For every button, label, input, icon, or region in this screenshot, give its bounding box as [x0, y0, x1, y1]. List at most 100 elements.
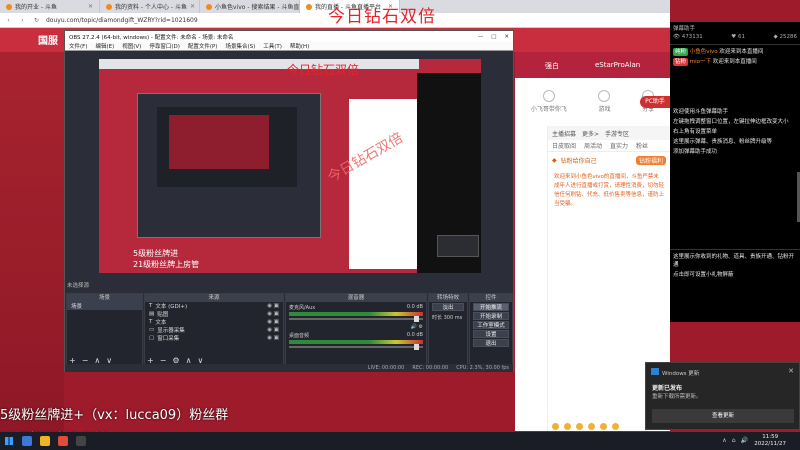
source-item[interactable]: ▢ 窗口采集 ◉ ▣	[145, 334, 283, 342]
tab-daily[interactable]: 日皮取阅	[552, 141, 576, 150]
menu-view[interactable]: 视图(V)	[122, 42, 141, 50]
danmu-title: 弹幕助手	[673, 26, 696, 32]
browser-tab[interactable]: 我的开业 - 斗鱼 ✕	[0, 0, 100, 13]
menu-tools[interactable]: 工具(T)	[263, 42, 282, 50]
menu-docks[interactable]: 停靠窗口(D)	[149, 42, 180, 50]
diamond-fans-button[interactable]: 钻粉福利	[635, 156, 666, 165]
emote-icon[interactable]	[576, 422, 583, 430]
volume-slider[interactable]	[289, 344, 423, 350]
scenes-dock: 场景 场景 + − ∧ ∨	[66, 293, 143, 368]
tab-weekly[interactable]: 周活动	[584, 141, 602, 150]
windows-update-toast: Windows 更新 ✕ 更新已发布 重新下载所需更新。 查看更新	[645, 362, 800, 430]
obs-icon[interactable]	[76, 436, 86, 446]
browser-tab[interactable]: 小鱼色vivo - 搜索结果 - 斗鱼直播✕	[200, 0, 300, 13]
obs-docks: 未选择源 场景 场景 + − ∧ ∨ 来源 T 文本 (GDI+) ◉ ▣ ▤ 贴图 ◉ ▣ …	[65, 281, 513, 372]
explorer-icon[interactable]	[40, 436, 50, 446]
start-recording-button[interactable]: 开始录制	[473, 312, 509, 320]
gift-line: 点击即可设置小礼物屏蔽	[673, 272, 734, 278]
toast-heading: 更新已发布	[652, 385, 683, 392]
chrome-icon[interactable]	[58, 436, 68, 446]
source-item[interactable]: ▤ 贴图 ◉ ▣	[145, 310, 283, 318]
slider-handle[interactable]	[414, 344, 419, 350]
mobile-zone-link[interactable]: 手游专区	[605, 129, 629, 138]
scene-item[interactable]: 场景	[67, 302, 142, 310]
user-name[interactable]: 小鱼色vivo	[690, 49, 718, 55]
chevron-up-icon[interactable]: ∧	[722, 437, 726, 444]
eye-icon[interactable]: ◉ ▣	[267, 319, 279, 325]
menu-scene-collection[interactable]: 场景集合(S)	[225, 42, 255, 50]
search-icon[interactable]	[22, 436, 32, 446]
emote-icon[interactable]	[564, 422, 571, 430]
forward-icon[interactable]: ›	[18, 17, 27, 24]
emote-icon[interactable]	[588, 422, 595, 430]
text-icon: T	[149, 303, 153, 309]
url-field[interactable]: douyu.com/topic/diamondgift_WZRY?rid=102…	[46, 17, 198, 24]
emote-icon[interactable]	[552, 422, 559, 430]
help-line: 欢迎使用斗鱼弹幕助手	[673, 109, 729, 115]
start-button[interactable]	[0, 432, 18, 450]
volume-slider[interactable]	[289, 316, 423, 322]
tab-strength[interactable]: 直实力	[610, 141, 628, 150]
eye-icon[interactable]: ◉ ▣	[267, 335, 279, 341]
recruit-link[interactable]: 主播招募	[552, 129, 576, 138]
slider-handle[interactable]	[414, 316, 419, 322]
gift-line: 这里展示你收到的礼物、道具、贵族开通、钻粉开通	[673, 254, 795, 268]
settings-button[interactable]: 设置	[473, 330, 509, 338]
user-name[interactable]: mio一下	[690, 59, 711, 65]
menu-help[interactable]: 帮助(H)	[290, 42, 309, 50]
menu-profile[interactable]: 配置文件(P)	[188, 42, 218, 50]
obs-preview[interactable]: 今日钻石双倍 今日钻石双倍 5级粉丝牌进 21级粉丝牌上房管	[99, 59, 481, 273]
room-action[interactable]: 小飞哥带你飞	[531, 90, 567, 113]
reload-icon[interactable]: ↻	[32, 17, 41, 24]
close-icon[interactable]: ✕	[504, 34, 509, 40]
eye-icon[interactable]: ◉ ▣	[267, 303, 279, 309]
menu-file[interactable]: 文件(F)	[69, 42, 87, 50]
menu-edit[interactable]: 编辑(E)	[95, 42, 114, 50]
exit-button[interactable]: 退出	[473, 339, 509, 347]
volume-meter	[289, 312, 423, 316]
clock[interactable]: 11:59 2022/11/27	[754, 434, 786, 448]
tab-fans[interactable]: 粉丝	[636, 141, 648, 150]
source-item[interactable]: T 文本 ◉ ▣	[145, 318, 283, 326]
emote-icon[interactable]	[600, 422, 607, 430]
banner-tab[interactable]: eStarProAlan	[595, 61, 640, 69]
source-item[interactable]: ▭ 显示器采集 ◉ ▣	[145, 326, 283, 334]
emote-icon[interactable]	[612, 422, 619, 430]
back-icon[interactable]: ‹	[4, 17, 13, 24]
douyu-banner	[515, 52, 670, 78]
transition-select[interactable]: 淡出	[432, 303, 464, 311]
pc-assistant-badge[interactable]: PC助手	[640, 96, 670, 108]
window-controls: — □ ✕	[478, 34, 509, 40]
banner-tab[interactable]: 强白	[545, 61, 559, 71]
minimize-icon[interactable]: —	[478, 34, 484, 40]
close-icon[interactable]: ✕	[788, 367, 794, 375]
danmu-stats: 👁 473131 ♥ 61 ◆ 25286	[670, 32, 800, 42]
speaker-icon[interactable]: 🔊 ⚙	[286, 322, 426, 330]
eye-icon[interactable]: ◉ ▣	[267, 327, 279, 333]
image-icon: ▤	[149, 311, 155, 317]
browser-tab[interactable]: 我的资料 - 个人中心 - 斗鱼 ✕	[100, 0, 200, 13]
sources-dock: 来源 T 文本 (GDI+) ◉ ▣ ▤ 贴图 ◉ ▣ T 文本 ◉ ▣ ▭ 显示器采集 ◉ ▣…	[144, 293, 284, 368]
source-item[interactable]: T 文本 (GDI+) ◉ ▣	[145, 302, 283, 310]
studio-mode-button[interactable]: 工作室模式	[473, 321, 509, 329]
network-icon[interactable]: ⌂	[732, 437, 736, 444]
room-action[interactable]: 游戏	[598, 90, 610, 113]
duration-field[interactable]: 300 ms	[444, 315, 463, 321]
text-icon: T	[149, 319, 153, 325]
transitions-dock: 转场特效 淡出 时长 300 ms	[428, 293, 468, 368]
preview-browser-chrome	[99, 59, 419, 69]
view-updates-button[interactable]: 查看更新	[652, 409, 794, 423]
dock-title: 来源	[145, 294, 283, 302]
divider	[670, 249, 800, 250]
chat-message: 纯粉 小鱼色vivo 欢迎来到本直播间	[673, 48, 764, 56]
maximize-icon[interactable]: □	[491, 34, 496, 40]
close-icon[interactable]: ✕	[190, 3, 195, 10]
more-link[interactable]: 更多>	[582, 129, 599, 138]
volume-icon[interactable]: 🔊	[741, 437, 748, 444]
close-icon[interactable]: ✕	[88, 3, 93, 10]
fan-count: ♥ 61	[731, 34, 745, 40]
eye-icon[interactable]: ◉ ▣	[267, 311, 279, 317]
start-streaming-button[interactable]: 开始推流	[473, 303, 509, 311]
danmu-assistant: 弹幕助手 👁 473131 ♥ 61 ◆ 25286 纯粉 小鱼色vivo 欢迎…	[670, 22, 800, 322]
